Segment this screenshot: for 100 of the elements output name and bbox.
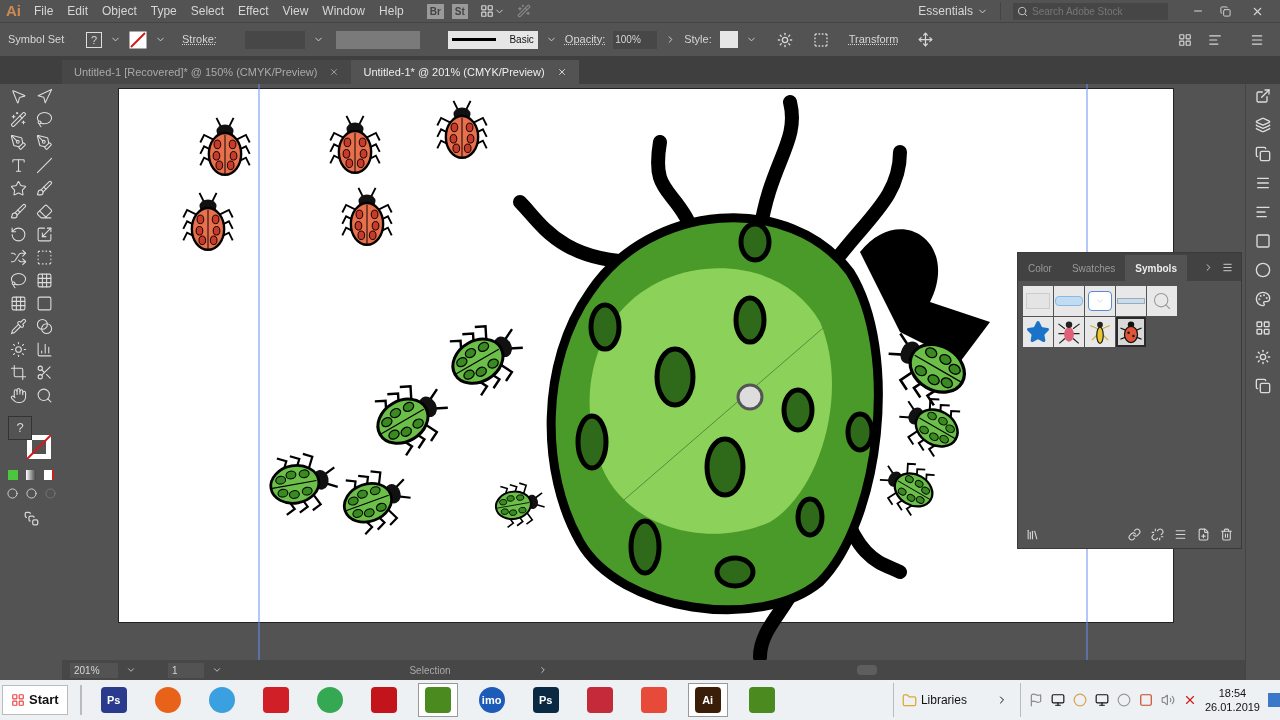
restore-icon[interactable] (1220, 5, 1231, 17)
draw-behind-icon[interactable] (25, 488, 37, 499)
variable-width-field[interactable] (335, 30, 420, 49)
document-tab[interactable]: Untitled-1 [Recovered]* @ 150% (CMYK/Preview) (62, 60, 352, 84)
volume-icon[interactable] (1160, 693, 1175, 707)
panel-tab[interactable]: Color (1018, 255, 1062, 281)
draw-normal-icon[interactable] (6, 488, 18, 499)
taskbar-app-button[interactable] (417, 683, 458, 717)
flag-icon[interactable] (1028, 693, 1043, 707)
symbol-swatch[interactable] (1116, 317, 1146, 347)
screen-mode-icon[interactable] (23, 511, 39, 526)
symbol-swatch[interactable] (1085, 286, 1115, 316)
direct-selection-tool-icon[interactable] (35, 88, 53, 105)
stroke-icon[interactable] (1255, 204, 1271, 220)
close-icon[interactable] (556, 67, 567, 77)
eyedropper-tool-icon[interactable] (9, 318, 27, 335)
mesh-tool-icon[interactable] (9, 295, 27, 312)
arrange-icon[interactable] (1178, 32, 1192, 47)
shape-builder-tool-icon[interactable] (9, 272, 27, 289)
symbol-swatch[interactable] (1054, 286, 1084, 316)
properties-icon[interactable] (1255, 175, 1271, 191)
workspace-switcher[interactable]: Essentials (918, 2, 1001, 20)
appearance-icon[interactable] (1255, 378, 1271, 394)
selection-tool-icon[interactable] (9, 88, 27, 105)
color-icon[interactable] (1255, 291, 1271, 307)
artboard-field[interactable]: 1 (168, 662, 204, 678)
artboards-icon[interactable] (1255, 146, 1271, 162)
hand-tool-icon[interactable] (9, 387, 27, 404)
curvature-tool-icon[interactable] (35, 134, 53, 151)
stroke-none-swatch[interactable] (26, 434, 52, 460)
menu-item[interactable]: Edit (60, 2, 96, 20)
panel-menu-icon[interactable] (1222, 262, 1233, 273)
taskbar-app-button[interactable]: Ai (687, 683, 728, 717)
stroke-none-swatch[interactable] (129, 30, 147, 49)
menu-item[interactable]: View (275, 2, 316, 20)
symbol-library-icon[interactable] (1026, 527, 1039, 541)
graph-tool-icon[interactable] (35, 341, 53, 358)
menu-item[interactable]: File (27, 2, 61, 20)
start-button[interactable]: Start (2, 685, 68, 715)
style-swatch[interactable] (719, 31, 738, 48)
menu-item[interactable]: Effect (231, 2, 276, 20)
chevron-icon[interactable] (538, 665, 548, 675)
scale-tool-icon[interactable] (35, 226, 53, 243)
app-switch-button[interactable]: St (451, 3, 468, 19)
fill-swatch[interactable]: ? (8, 416, 32, 440)
zoom-tool-icon[interactable] (35, 387, 53, 404)
paintbrush-tool-icon[interactable] (35, 180, 53, 197)
star-tool-icon[interactable] (9, 180, 27, 197)
symbol-swatch[interactable] (1116, 286, 1146, 316)
gradient-icon[interactable] (1255, 233, 1271, 249)
menu-item[interactable]: Select (183, 2, 232, 20)
chevron-icon[interactable] (126, 665, 136, 675)
symbol-swatch[interactable] (1085, 317, 1115, 347)
brush-definition-field[interactable]: Basic (447, 30, 538, 49)
close-icon[interactable] (329, 67, 340, 77)
tray-app-icon[interactable] (1138, 693, 1153, 707)
transform-link[interactable]: Transform (848, 31, 899, 48)
display-icon[interactable] (1094, 693, 1109, 707)
swatches-icon[interactable] (1255, 320, 1271, 336)
slice-tool-icon[interactable] (35, 364, 53, 381)
break-link-icon[interactable] (1151, 527, 1164, 541)
menu-item[interactable]: Help (372, 2, 411, 20)
lasso-tool-icon[interactable] (35, 111, 53, 128)
arrange-documents-icon[interactable] (479, 4, 494, 18)
blob-brush-tool-icon[interactable] (9, 203, 27, 220)
blend-tool-icon[interactable] (35, 318, 53, 335)
delete-icon[interactable] (1220, 527, 1233, 541)
symbol-swatch[interactable] (1023, 317, 1053, 347)
menu-item[interactable]: Type (143, 2, 184, 20)
transparency-icon[interactable] (1255, 262, 1271, 278)
fill-swatch[interactable]: ? (86, 31, 102, 48)
align-icon[interactable] (1208, 32, 1222, 47)
symbol-swatch[interactable] (1023, 286, 1053, 316)
opacity-field[interactable]: 100% (613, 30, 658, 49)
app-switch-button[interactable]: Br (426, 3, 444, 19)
isolate-icon[interactable] (918, 32, 934, 47)
rotate-tool-icon[interactable] (9, 226, 27, 243)
panel-tab[interactable]: Symbols (1125, 255, 1187, 281)
none-mode-button[interactable] (44, 470, 54, 480)
layers-icon[interactable] (1255, 117, 1271, 133)
monitor-icon[interactable] (1050, 693, 1065, 707)
gradient-tool-icon[interactable] (35, 295, 53, 312)
magic-wand-tool-icon[interactable] (9, 111, 27, 128)
gradient-mode-button[interactable] (26, 470, 36, 480)
free-transform-tool-icon[interactable] (35, 249, 53, 266)
type-tool-icon[interactable] (9, 157, 27, 174)
pen-tool-icon[interactable] (9, 134, 27, 151)
symbol-swatch[interactable] (1054, 317, 1084, 347)
zoom-field[interactable]: 201% (70, 662, 118, 678)
perspective-grid-tool-icon[interactable] (35, 272, 53, 289)
chevron-icon[interactable] (212, 665, 222, 675)
line-tool-icon[interactable] (35, 157, 53, 174)
export-icon[interactable] (1255, 88, 1271, 104)
eraser-tool-icon[interactable] (35, 203, 53, 220)
panel-tab[interactable]: Swatches (1061, 255, 1126, 281)
place-symbol-icon[interactable] (1128, 527, 1141, 541)
menu-icon[interactable] (1250, 32, 1264, 47)
document-tab[interactable]: Untitled-1* @ 201% (CMYK/Preview) (351, 60, 579, 84)
artboard-tool-icon[interactable] (9, 364, 27, 381)
symbol-swatch[interactable] (1147, 286, 1177, 316)
